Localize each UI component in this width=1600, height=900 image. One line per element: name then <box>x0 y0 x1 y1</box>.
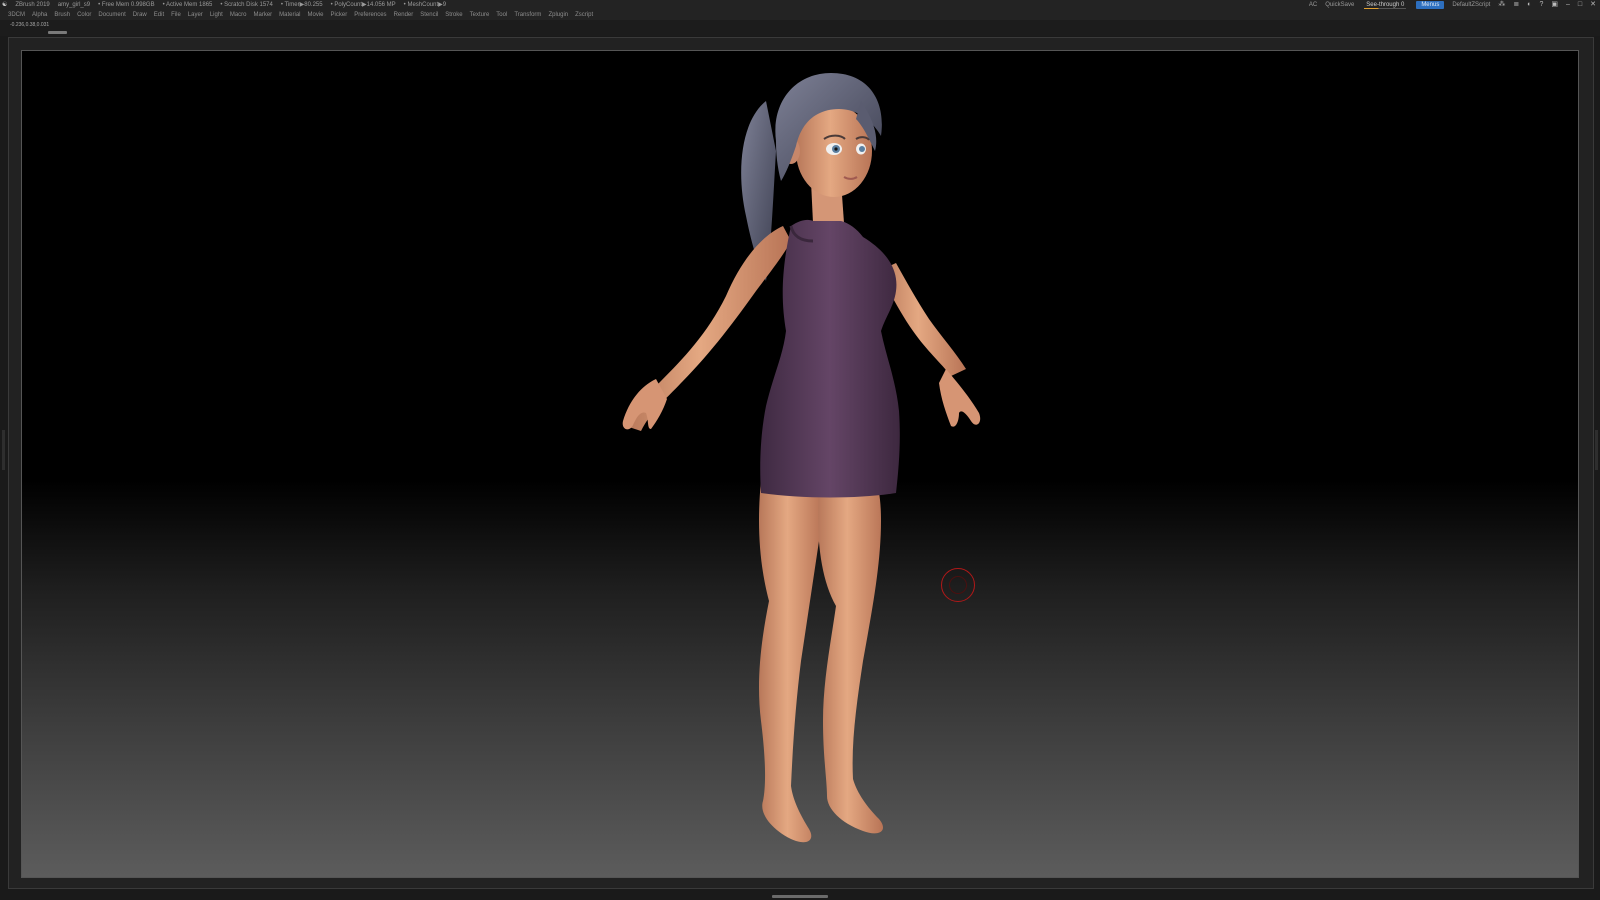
right-leg <box>817 481 884 834</box>
default-script-button[interactable]: DefaultZScript <box>1452 0 1490 10</box>
document-viewport[interactable] <box>21 50 1579 878</box>
dress <box>760 219 900 498</box>
minimize-icon[interactable]: – <box>1566 0 1570 10</box>
menu-draw[interactable]: Draw <box>133 10 147 20</box>
menu-color[interactable]: Color <box>77 10 91 20</box>
menu-movie[interactable]: Movie <box>308 10 324 20</box>
status-shelf: -0.236,0.38,0.031 <box>0 20 1600 36</box>
menu-file[interactable]: File <box>171 10 181 20</box>
character-model[interactable] <box>22 51 1579 878</box>
menu-document[interactable]: Document <box>98 10 125 20</box>
menus-toggle[interactable]: Menus <box>1416 1 1445 9</box>
app-title: ZBrush 2019 <box>15 2 50 8</box>
lock-icon[interactable]: ▣ <box>1551 0 1558 10</box>
menu-texture[interactable]: Texture <box>470 10 490 20</box>
maximize-icon[interactable]: □ <box>1578 0 1582 10</box>
free-mem: • Free Mem 0.998GB <box>98 2 155 8</box>
menu-transform[interactable]: Transform <box>514 10 541 20</box>
menu-edit[interactable]: Edit <box>154 10 164 20</box>
menu-marker[interactable]: Marker <box>254 10 273 20</box>
menu-render[interactable]: Render <box>394 10 414 20</box>
file-name: amy_girl_s9 <box>57 2 91 8</box>
bottom-tray-handle[interactable] <box>772 895 828 898</box>
right-hand <box>939 369 981 427</box>
left-leg <box>758 481 822 843</box>
help-icon[interactable]: ? <box>1539 0 1543 10</box>
menu-stencil[interactable]: Stencil <box>420 10 438 20</box>
menu-3dcm[interactable]: 3DCM <box>8 10 25 20</box>
poly-count: • PolyCount▶14.056 MP <box>330 2 396 8</box>
menu-bar: 3DCM Alpha Brush Color Document Draw Edi… <box>0 10 1600 20</box>
mesh-count: • MeshCount▶9 <box>403 2 447 8</box>
menu-zplugin[interactable]: Zplugin <box>548 10 568 20</box>
brush-cursor-icon <box>941 568 975 602</box>
quicksave-button[interactable]: QuickSave <box>1325 0 1354 10</box>
see-through-slider[interactable]: See-through 0 <box>1362 0 1408 10</box>
scratch-disk: • Scratch Disk 1574 <box>220 2 273 8</box>
ac-button[interactable]: AC <box>1309 0 1317 10</box>
layout-icon[interactable]: ⁂ <box>1498 0 1505 10</box>
menu-preferences[interactable]: Preferences <box>354 10 386 20</box>
palette-icon[interactable]: ≣ <box>1513 0 1519 10</box>
shelf-tab[interactable] <box>48 31 67 34</box>
iris-right <box>859 146 865 152</box>
menu-light[interactable]: Light <box>210 10 223 20</box>
theme-icon[interactable]: ◐ <box>1527 0 1531 10</box>
menu-stroke[interactable]: Stroke <box>445 10 462 20</box>
active-mem: • Active Mem 1865 <box>162 2 213 8</box>
title-bar: ☯ ZBrush 2019 amy_girl_s9 • Free Mem 0.9… <box>0 0 1600 10</box>
timer: • Timer▶80.255 <box>280 2 323 8</box>
close-icon[interactable]: ✕ <box>1590 0 1596 10</box>
menu-zscript[interactable]: Zscript <box>575 10 593 20</box>
menu-picker[interactable]: Picker <box>331 10 348 20</box>
menu-macro[interactable]: Macro <box>230 10 247 20</box>
zbrush-logo-icon[interactable]: ☯ <box>2 0 7 10</box>
menu-brush[interactable]: Brush <box>54 10 70 20</box>
left-tray-handle[interactable] <box>2 430 5 470</box>
menu-material[interactable]: Material <box>279 10 300 20</box>
menu-alpha[interactable]: Alpha <box>32 10 47 20</box>
menu-layer[interactable]: Layer <box>188 10 203 20</box>
menu-tool[interactable]: Tool <box>496 10 507 20</box>
pupil-left <box>834 147 838 151</box>
right-tray-handle[interactable] <box>1595 430 1598 470</box>
cursor-coordinates: -0.236,0.38,0.031 <box>10 22 50 28</box>
